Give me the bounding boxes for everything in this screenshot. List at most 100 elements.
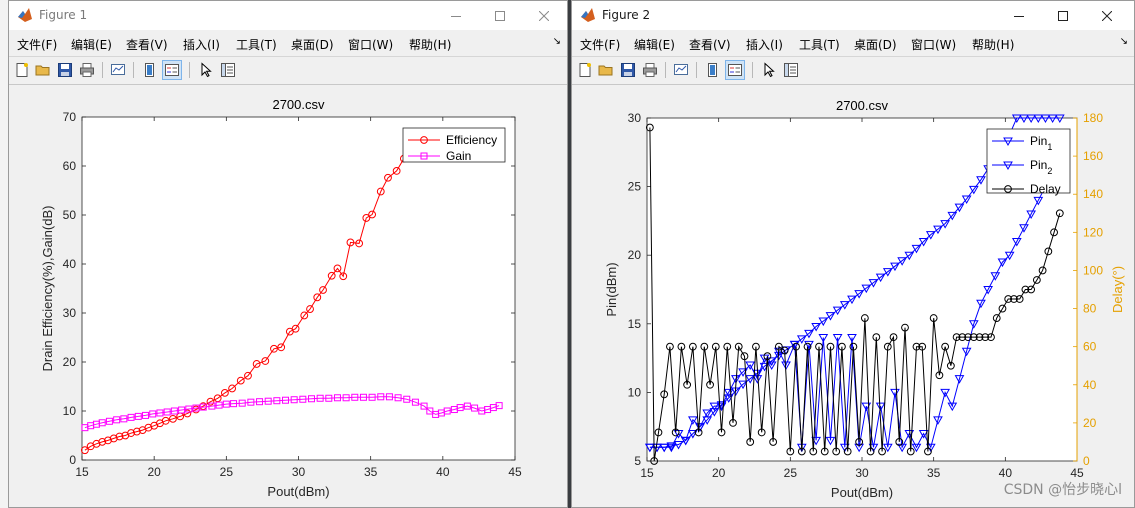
fig2-ytick-right-label: 180 (1083, 111, 1103, 125)
close-button[interactable] (521, 1, 567, 30)
link-plot-button[interactable] (671, 60, 691, 80)
maximize-button[interactable] (1040, 1, 1086, 30)
minimize-button[interactable] (996, 1, 1042, 30)
fig2-xlabel: Pout(dBm) (831, 485, 893, 500)
fig1-legend-label-gain: Gain (446, 149, 471, 163)
pointer-icon (764, 62, 775, 78)
menu-desktop[interactable]: 桌面(D) (291, 36, 334, 53)
menu-tools[interactable]: 工具(T) (236, 36, 277, 53)
fig2-xtick-label: 30 (855, 466, 869, 480)
fig2-xtick-label: 20 (712, 466, 726, 480)
fig2-ytick-label: 5 (634, 454, 641, 468)
legend-icon (728, 64, 742, 76)
fig2-ytick-label: 15 (628, 317, 642, 331)
fig1-title: 2700.csv (272, 97, 325, 112)
pointer-button[interactable] (196, 60, 216, 80)
property-editor-button[interactable] (218, 60, 238, 80)
fig2-ytick-right-label: 120 (1083, 225, 1103, 239)
save-icon (621, 63, 635, 77)
save-button[interactable] (55, 60, 75, 80)
legend-button[interactable] (162, 60, 182, 80)
fig1-ytick-label: 10 (63, 404, 77, 418)
link-plot-button[interactable] (108, 60, 128, 80)
print-icon (643, 63, 657, 77)
window-title: Figure 2 (602, 8, 651, 22)
fig2-ylabel-right: Delay(°) (1110, 266, 1125, 313)
menu-insert[interactable]: 插入(I) (183, 36, 220, 53)
link-plot-icon (674, 64, 688, 75)
menu-view[interactable]: 查看(V) (689, 36, 731, 53)
menu-bar: 文件(F) 编辑(E) 查看(V) 插入(I) 工具(T) 桌面(D) 窗口(W… (9, 30, 567, 56)
fig2-title: 2700.csv (836, 98, 889, 113)
property-editor-button[interactable] (781, 60, 801, 80)
fig2-ylabel: Pin(dBm) (604, 262, 619, 316)
fig1-ytick-label: 60 (63, 159, 77, 173)
open-button[interactable] (596, 60, 616, 80)
menu-view[interactable]: 查看(V) (126, 36, 168, 53)
figure-2-window: Figure 2 文件(F) 编辑(E) 查看(V) 插入(I) 工具(T) 桌… (571, 0, 1135, 508)
menu-help[interactable]: 帮助(H) (409, 36, 451, 53)
menu-edit[interactable]: 编辑(E) (71, 36, 112, 53)
fig2-ytick-label: 20 (628, 248, 642, 262)
new-figure-button[interactable] (575, 60, 595, 80)
fig2-ytick-right-label: 60 (1083, 340, 1097, 354)
fig2-xtick-label: 25 (784, 466, 798, 480)
close-icon (539, 10, 549, 21)
menu-file[interactable]: 文件(F) (580, 36, 620, 53)
menu-tools[interactable]: 工具(T) (799, 36, 840, 53)
matlab-icon (18, 8, 32, 22)
menu-overflow-icon[interactable]: ↘ (553, 36, 561, 47)
property-editor-icon (221, 63, 235, 77)
fig1-xtick-label: 35 (364, 465, 378, 479)
colorbar-button[interactable] (703, 60, 723, 80)
fig1-ytick-label: 70 (63, 110, 77, 124)
close-icon (1102, 10, 1112, 21)
menu-insert[interactable]: 插入(I) (746, 36, 783, 53)
legend-icon (165, 64, 179, 76)
maximize-button[interactable] (477, 1, 523, 30)
save-button[interactable] (618, 60, 638, 80)
menu-window[interactable]: 窗口(W) (911, 36, 956, 53)
title-bar: Figure 2 (572, 1, 1134, 30)
print-button[interactable] (77, 60, 97, 80)
minimize-icon (1014, 15, 1024, 17)
legend-button[interactable] (725, 60, 745, 80)
pointer-icon (201, 62, 212, 78)
open-button[interactable] (33, 60, 53, 80)
minimize-button[interactable] (433, 1, 479, 30)
save-icon (58, 63, 72, 77)
toolbar-separator (189, 62, 190, 78)
fig1-ytick-label: 30 (63, 306, 77, 320)
colorbar-button[interactable] (140, 60, 160, 80)
close-button[interactable] (1084, 1, 1130, 30)
menu-desktop[interactable]: 桌面(D) (854, 36, 897, 53)
toolbar-separator (133, 62, 134, 78)
fig1-legend-label-efficiency: Efficiency (446, 133, 497, 147)
pointer-button[interactable] (759, 60, 779, 80)
fig2-ytick-label: 30 (628, 111, 642, 125)
chart-figure-2: 2700.csv 15 20 25 30 35 40 45 5 10 15 20 25 30 Pout(dB… (604, 98, 1125, 500)
watermark: CSDN @怡步晓心l (1003, 482, 1122, 498)
fig2-xtick-label: 40 (999, 466, 1013, 480)
menu-window[interactable]: 窗口(W) (348, 36, 393, 53)
menu-help[interactable]: 帮助(H) (972, 36, 1014, 53)
menu-edit[interactable]: 编辑(E) (634, 36, 675, 53)
new-figure-button[interactable] (12, 60, 32, 80)
fig2-ytick-right-label: 100 (1083, 263, 1103, 277)
new-figure-icon (16, 63, 28, 77)
menu-file[interactable]: 文件(F) (17, 36, 57, 53)
fig2-ytick-right-label: 20 (1083, 416, 1097, 430)
menu-bar: 文件(F) 编辑(E) 查看(V) 插入(I) 工具(T) 桌面(D) 窗口(W… (572, 30, 1134, 56)
menu-overflow-icon[interactable]: ↘ (1120, 36, 1128, 47)
fig1-xtick-label: 45 (508, 465, 522, 479)
fig2-ytick-right-label: 140 (1083, 187, 1103, 201)
link-plot-icon (111, 64, 125, 75)
fig2-xtick-label: 15 (640, 466, 654, 480)
toolbar-separator (665, 62, 666, 78)
fig1-xlabel: Pout(dBm) (267, 484, 329, 499)
print-button[interactable] (640, 60, 660, 80)
fig1-xtick-label: 15 (75, 465, 89, 479)
fig2-legend-label-delay: Delay (1030, 182, 1061, 196)
background-window-edge (0, 0, 8, 508)
fig1-ytick-label: 20 (63, 355, 77, 369)
